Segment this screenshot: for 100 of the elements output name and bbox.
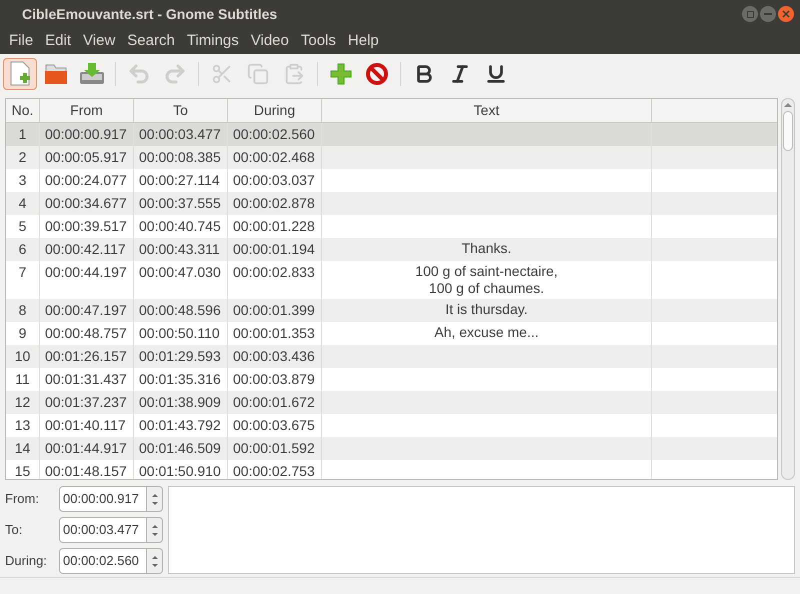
no-entry-icon [366, 63, 388, 85]
table-cell-text: 00:00:02.560 [233, 125, 315, 144]
table-cell-text: 4 [18, 194, 26, 213]
table-cell-text: 00:00:03.879 [233, 370, 315, 389]
close-button[interactable] [778, 6, 794, 22]
table-cell-text: 00:00:03.675 [233, 416, 315, 435]
table-cell-text: 00:00:02.878 [233, 194, 315, 213]
table-cell-text: 00:00:01.194 [233, 240, 315, 259]
table-cell-text: 00:00:02.753 [233, 462, 315, 479]
table-cell-text: 00:00:05.917 [45, 148, 127, 167]
subtitle-text-editor[interactable] [168, 486, 795, 574]
maximize-button[interactable] [742, 6, 758, 22]
table-cell-text: 00:00:47.197 [45, 301, 127, 320]
table-cell-text: 2 [18, 148, 26, 167]
menu-item[interactable]: File [3, 30, 40, 52]
redo-icon [163, 62, 187, 86]
subtitle-text: Ah, excuse me... [434, 324, 539, 341]
scissors-icon [211, 63, 233, 85]
table-cell-text: 00:01:38.909 [139, 393, 221, 412]
table-row[interactable]: 8 00:00:47.197 00:00:48.596 00:00:01.399 It is thursday. [6, 299, 777, 322]
table-cell-text: 1 [18, 125, 26, 144]
table-cell-text: 00:00:40.745 [139, 217, 221, 236]
spin-buttons[interactable] [147, 517, 163, 543]
table-cell-text: 00:00:03.436 [233, 347, 315, 366]
scrollbar-thumb[interactable] [783, 111, 793, 151]
table-cell-text: 00:01:44.917 [45, 439, 127, 458]
table-cell-text: 00:00:27.114 [139, 171, 220, 190]
subtitle-text: It is thursday. [445, 301, 528, 318]
table-row[interactable]: 14 00:01:44.917 00:01:46.509 00:00:01.592 [6, 437, 777, 460]
table-cell-text: 6 [18, 240, 26, 259]
table-cell-text: 00:00:00.917 [45, 125, 127, 144]
copy-icon [247, 63, 269, 85]
table-row[interactable]: 1 00:00:00.917 00:00:03.477 00:00:02.560 [6, 123, 777, 146]
minimize-button[interactable] [760, 6, 776, 22]
table-cell-text: 5 [18, 217, 26, 236]
table-row[interactable]: 2 00:00:05.917 00:00:08.385 00:00:02.468 [6, 146, 777, 169]
subtitle-text: 100 g of saint-nectaire, [415, 263, 558, 280]
table-row[interactable]: 12 00:01:37.237 00:01:38.909 00:00:01.672 [6, 391, 777, 414]
table-cell-text: 00:01:40.117 [45, 416, 126, 435]
table-cell-text: 8 [18, 301, 26, 320]
scrollbar[interactable] [781, 98, 795, 480]
table-cell-text: 00:00:42.117 [45, 240, 126, 259]
table-cell-text: 00:00:01.353 [233, 324, 315, 343]
table-cell-text: 00:01:46.509 [139, 439, 221, 458]
menu-item[interactable]: Tools [294, 30, 342, 52]
table-cell-text: 00:00:34.677 [45, 194, 127, 213]
table-cell-text: 00:00:37.555 [139, 194, 221, 213]
time-field[interactable]: 00:00:00.917 [59, 486, 147, 512]
table-cell-text: 00:01:48.157 [45, 462, 127, 479]
table-row[interactable]: 10 00:01:26.157 00:01:29.593 00:00:03.436 [6, 345, 777, 368]
table-cell-text: 00:00:03.037 [233, 171, 315, 190]
field-label: From: [5, 490, 40, 508]
column-header[interactable]: No. [6, 99, 40, 122]
table-cell-text: 00:01:31.437 [45, 370, 127, 389]
table-cell-text: 7 [18, 263, 26, 282]
field-label: To: [5, 521, 24, 540]
table-cell-text: 00:00:48.596 [139, 301, 221, 320]
table-row[interactable]: 6 00:00:42.117 00:00:43.311 00:00:01.194 Thanks. [6, 238, 777, 261]
table-cell-text: 00:00:08.385 [139, 148, 221, 167]
table-cell-text: 00:00:24.077 [45, 171, 127, 190]
column-header[interactable]: Text [322, 99, 652, 122]
table-cell-text: 00:00:03.477 [139, 125, 221, 144]
table-cell-text: 00:01:37.237 [45, 393, 127, 412]
table-cell-text: 12 [14, 393, 30, 412]
spin-buttons[interactable] [147, 548, 163, 574]
column-header[interactable]: During [228, 99, 322, 122]
table-row[interactable]: 4 00:00:34.677 00:00:37.555 00:00:02.878 [6, 192, 777, 215]
menu-item[interactable]: Edit [39, 30, 78, 52]
table-cell-text: 9 [18, 324, 26, 343]
table-cell-text: 00:01:35.316 [139, 370, 221, 389]
table-cell-text: 00:00:01.399 [233, 301, 315, 320]
menu-item[interactable]: View [77, 30, 122, 52]
column-header[interactable]: From [40, 99, 134, 122]
time-field[interactable]: 00:00:03.477 [59, 517, 147, 543]
paste-icon [283, 63, 305, 85]
menu-item[interactable]: Timings [180, 30, 245, 52]
menu-item[interactable]: Search [121, 30, 181, 52]
table-cell-text: 10 [14, 347, 30, 366]
menu-item[interactable]: Help [342, 30, 385, 52]
table-cell-text: 00:01:50.910 [139, 462, 221, 479]
table-cell-text: 00:01:43.792 [139, 416, 221, 435]
table-cell-text: 3 [18, 171, 26, 190]
table-cell-text: 00:00:50.110 [139, 324, 220, 343]
drive-download-icon [79, 62, 105, 86]
table-cell-text: 14 [14, 439, 30, 458]
table-cell-text: 00:01:26.157 [45, 347, 127, 366]
table-cell-text: 00:00:01.672 [233, 393, 315, 412]
new-document-icon [9, 61, 31, 87]
table-cell-text: 11 [15, 370, 30, 389]
field-label: During: [5, 552, 48, 570]
close-icon [782, 10, 790, 18]
table-cell-text: 13 [14, 416, 30, 435]
window-title: CibleEmouvante.srt - Gnome Subtitles [22, 4, 278, 24]
spin-buttons[interactable] [147, 486, 163, 512]
time-field[interactable]: 00:00:02.560 [59, 548, 147, 574]
plus-icon [330, 63, 352, 85]
menu-item[interactable]: Video [244, 30, 295, 52]
table-cell-text: 00:00:47.030 [139, 263, 221, 282]
italic-icon [449, 63, 471, 85]
column-header[interactable]: To [134, 99, 228, 122]
